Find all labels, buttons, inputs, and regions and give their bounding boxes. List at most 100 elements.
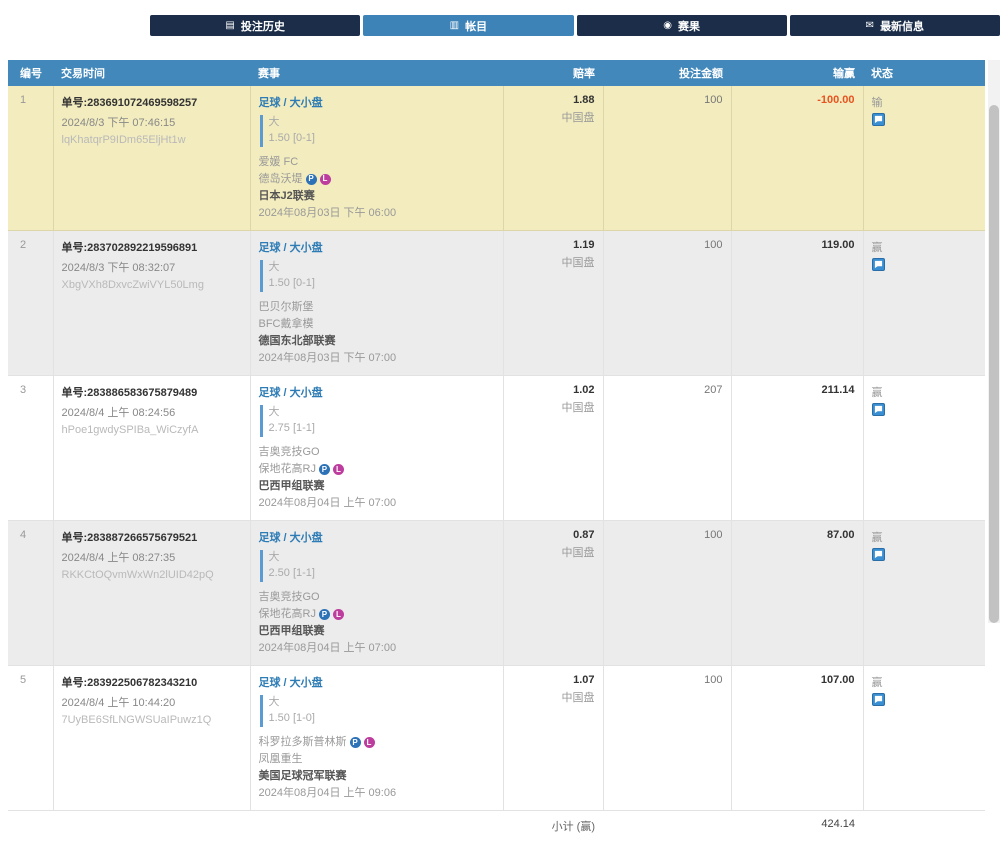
tab-results[interactable]: ◉ 赛果 bbox=[577, 15, 787, 36]
tab-latest-news[interactable]: ✉ 最新信息 bbox=[790, 15, 1000, 36]
stake-amount: 100 bbox=[603, 666, 731, 811]
order-number: 单号:283887266575679521 bbox=[62, 529, 242, 545]
home-team: 吉奥竞技GO bbox=[259, 589, 495, 606]
match-time: 2024年08月04日 上午 09:06 bbox=[259, 785, 495, 802]
comment-icon[interactable] bbox=[872, 548, 885, 561]
row-number: 4 bbox=[8, 521, 53, 666]
transaction-code: hPoe1gwdySPIBa_WiCzyfA bbox=[62, 424, 242, 436]
p-badge-icon[interactable]: P bbox=[306, 174, 317, 185]
odds-type: 中国盘 bbox=[512, 399, 595, 415]
away-team: BFC戴拿模 bbox=[259, 316, 495, 333]
l-badge-icon[interactable]: L bbox=[333, 609, 344, 620]
odds-type: 中国盘 bbox=[512, 689, 595, 705]
pick-odds-line: 1.50 [1-0] bbox=[269, 711, 495, 727]
vertical-scrollbar[interactable] bbox=[988, 60, 1000, 623]
bet-selection: 大 2.75 [1-1] bbox=[260, 405, 495, 437]
pick-odds-line: 1.50 [0-1] bbox=[269, 131, 495, 147]
l-badge-icon[interactable]: L bbox=[320, 174, 331, 185]
transaction-code: XbgVXh8DxvcZwiVYL50Lmg bbox=[62, 279, 242, 291]
bet-account-table: 编号 交易时间 赛事 赔率 投注金额 输赢 状态 1 单号:2836910724… bbox=[8, 60, 985, 841]
status-text: 赢 bbox=[872, 529, 978, 545]
status-text: 赢 bbox=[872, 384, 978, 400]
tab-label: 最新信息 bbox=[880, 18, 924, 34]
bet-selection: 大 1.50 [0-1] bbox=[260, 115, 495, 147]
transaction-time: 2024/8/4 上午 08:24:56 bbox=[62, 404, 242, 420]
comment-icon[interactable] bbox=[872, 258, 885, 271]
league-name: 德国东北部联赛 bbox=[259, 333, 495, 350]
tab-betting-history[interactable]: ▤ 投注历史 bbox=[150, 15, 360, 36]
subtotal-row: 小计 (赢) 424.14 bbox=[8, 811, 985, 841]
comment-icon[interactable] bbox=[872, 113, 885, 126]
transaction-time: 2024/8/4 上午 08:27:35 bbox=[62, 549, 242, 565]
table-row: 2 单号:283702892219596891 2024/8/3 下午 08:3… bbox=[8, 231, 985, 376]
subtotal-value: 424.14 bbox=[731, 811, 863, 841]
pick-odds-line: 2.75 [1-1] bbox=[269, 421, 495, 437]
subtotal-label: 小计 (赢) bbox=[8, 811, 603, 841]
away-team: 保地花高RJ P L bbox=[259, 461, 495, 478]
header-match: 赛事 bbox=[250, 60, 503, 86]
row-number: 1 bbox=[8, 86, 53, 231]
pick-side: 大 bbox=[269, 405, 495, 421]
l-badge-icon[interactable]: L bbox=[333, 464, 344, 475]
winloss-amount: 107.00 bbox=[821, 674, 855, 686]
market-link[interactable]: 足球 / 大小盘 bbox=[259, 384, 323, 400]
scrollbar-thumb[interactable] bbox=[989, 105, 999, 623]
table-row: 4 单号:283887266575679521 2024/8/4 上午 08:2… bbox=[8, 521, 985, 666]
home-team: 科罗拉多斯普林斯 P L bbox=[259, 734, 495, 751]
winloss-amount: 87.00 bbox=[827, 529, 855, 541]
match-time: 2024年08月04日 上午 07:00 bbox=[259, 640, 495, 657]
odds-value: 1.07 bbox=[512, 674, 595, 686]
order-number: 单号:283886583675879489 bbox=[62, 384, 242, 400]
bet-selection: 大 1.50 [0-1] bbox=[260, 260, 495, 292]
header-odds: 赔率 bbox=[503, 60, 603, 86]
market-link[interactable]: 足球 / 大小盘 bbox=[259, 94, 323, 110]
pick-odds-line: 1.50 [0-1] bbox=[269, 276, 495, 292]
home-team: 巴贝尔斯堡 bbox=[259, 299, 495, 316]
bet-selection: 大 1.50 [1-0] bbox=[260, 695, 495, 727]
away-team: 德岛沃堤 P L bbox=[259, 171, 495, 188]
pick-odds-line: 2.50 [1-1] bbox=[269, 566, 495, 582]
row-number: 5 bbox=[8, 666, 53, 811]
stake-amount: 100 bbox=[603, 231, 731, 376]
market-link[interactable]: 足球 / 大小盘 bbox=[259, 529, 323, 545]
pick-side: 大 bbox=[269, 550, 495, 566]
pick-side: 大 bbox=[269, 115, 495, 131]
transaction-time: 2024/8/3 下午 08:32:07 bbox=[62, 259, 242, 275]
tab-accounts[interactable]: ▥ 帐目 bbox=[363, 15, 573, 36]
order-number: 单号:283702892219596891 bbox=[62, 239, 242, 255]
transaction-time: 2024/8/3 下午 07:46:15 bbox=[62, 114, 242, 130]
ball-icon: ◉ bbox=[663, 20, 672, 31]
comment-icon[interactable] bbox=[872, 693, 885, 706]
odds-type: 中国盘 bbox=[512, 254, 595, 270]
envelope-icon: ✉ bbox=[866, 20, 874, 31]
bet-selection: 大 2.50 [1-1] bbox=[260, 550, 495, 582]
table-row: 1 单号:283691072469598257 2024/8/3 下午 07:4… bbox=[8, 86, 985, 231]
winloss-amount: 119.00 bbox=[821, 239, 854, 251]
stake-amount: 207 bbox=[603, 376, 731, 521]
table-header-row: 编号 交易时间 赛事 赔率 投注金额 输赢 状态 bbox=[8, 60, 985, 86]
league-name: 美国足球冠军联赛 bbox=[259, 768, 495, 785]
odds-value: 1.02 bbox=[512, 384, 595, 396]
market-link[interactable]: 足球 / 大小盘 bbox=[259, 674, 323, 690]
pick-side: 大 bbox=[269, 695, 495, 711]
pick-side: 大 bbox=[269, 260, 495, 276]
league-name: 巴西甲组联赛 bbox=[259, 623, 495, 640]
odds-value: 0.87 bbox=[512, 529, 595, 541]
away-team: 凤凰重生 bbox=[259, 751, 495, 768]
p-badge-icon[interactable]: P bbox=[350, 737, 361, 748]
clipboard-icon: ▤ bbox=[225, 20, 234, 31]
odds-type: 中国盘 bbox=[512, 544, 595, 560]
header-status: 状态 bbox=[863, 60, 985, 86]
l-badge-icon[interactable]: L bbox=[364, 737, 375, 748]
comment-icon[interactable] bbox=[872, 403, 885, 416]
row-number: 3 bbox=[8, 376, 53, 521]
market-link[interactable]: 足球 / 大小盘 bbox=[259, 239, 323, 255]
winloss-amount: 211.14 bbox=[821, 384, 854, 396]
p-badge-icon[interactable]: P bbox=[319, 464, 330, 475]
p-badge-icon[interactable]: P bbox=[319, 609, 330, 620]
home-team: 爱媛 FC bbox=[259, 154, 495, 171]
status-text: 赢 bbox=[872, 239, 978, 255]
transaction-code: RKKCtOQvmWxWn2lUID42pQ bbox=[62, 569, 242, 581]
stake-amount: 100 bbox=[603, 86, 731, 231]
tab-label: 赛果 bbox=[678, 18, 700, 34]
